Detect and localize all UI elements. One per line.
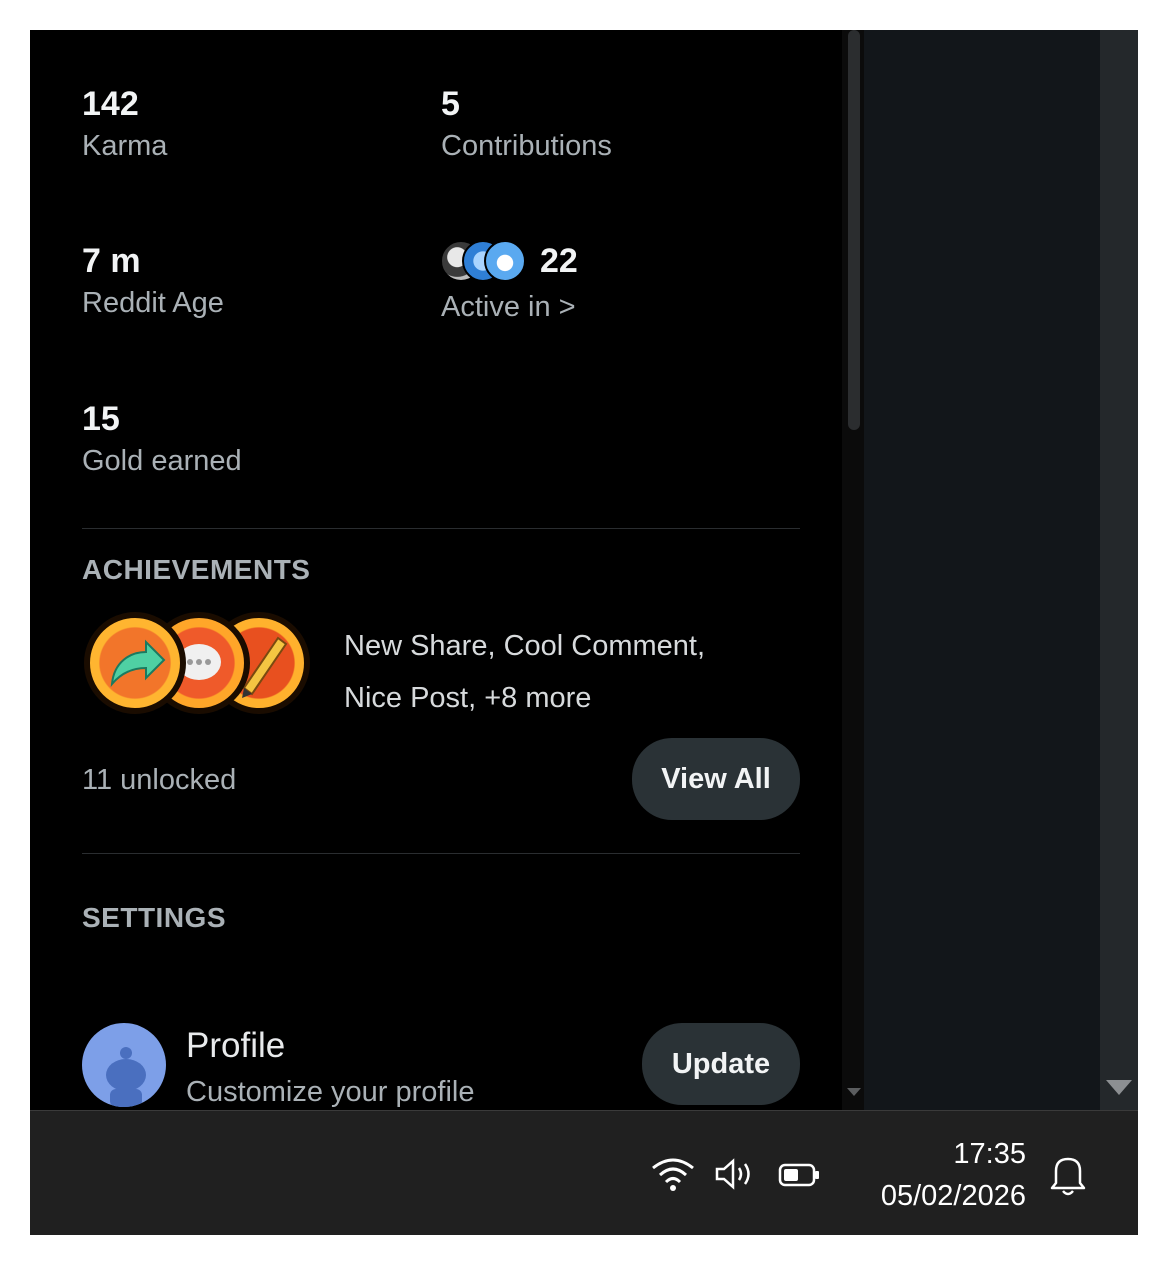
divider [82,853,800,854]
karma-value: 142 [82,85,139,123]
taskbar: 17:35 05/02/2026 [30,1110,1138,1235]
profile-setting-subtitle: Customize your profile [186,1076,475,1108]
achievement-names-line2: Nice Post, +8 more [344,682,592,714]
unlocked-count: 11 unlocked [82,764,237,796]
clock[interactable]: 17:35 05/02/2026 [881,1133,1026,1217]
reddit-age-value: 7 m [82,242,141,280]
active-communities-icons[interactable] [440,240,530,284]
active-in-value: 22 [540,242,578,280]
karma-label: Karma [82,130,168,162]
reddit-age-label: Reddit Age [82,287,224,319]
scroll-down-arrow-icon[interactable] [847,1088,861,1096]
achievement-badges[interactable] [84,612,314,714]
volume-icon[interactable] [714,1157,758,1196]
battery-icon[interactable] [778,1161,822,1194]
active-in-link[interactable]: Active in > [441,285,576,325]
achievements-heading: ACHIEVEMENTS [82,554,311,585]
divider [82,528,800,529]
profile-sidebar-panel: 142 Karma 5 Contributions 7 m Reddit Age… [30,30,842,1110]
contributions-stat: 5 Contributions [441,84,612,164]
gold-earned-stat: 15 Gold earned [82,399,242,479]
gold-earned-label: Gold earned [82,445,242,477]
contributions-label: Contributions [441,130,612,162]
reddit-age-stat: 7 m Reddit Age [82,241,224,321]
achievement-names: New Share, Cool Comment, Nice Post, +8 m… [344,620,705,724]
view-all-button[interactable]: View All [632,738,800,820]
contributions-value: 5 [441,85,460,123]
achievement-names-line1: New Share, Cool Comment, [344,630,706,662]
notification-bell-icon[interactable] [1048,1153,1088,1202]
panel-scrollbar-thumb[interactable] [848,30,860,430]
gold-earned-value: 15 [82,400,120,438]
active-in-label[interactable]: Active in > [441,289,576,325]
update-profile-button[interactable]: Update [642,1023,800,1105]
panel-scrollbar[interactable] [842,30,864,1110]
clock-date: 05/02/2026 [880,1180,1026,1212]
screen: 142 Karma 5 Contributions 7 m Reddit Age… [30,30,1138,1235]
avatar [82,1023,166,1107]
community-avatar-icon [484,240,526,282]
wifi-icon[interactable] [650,1155,696,1198]
active-in-count: 22 [540,241,578,281]
clock-time: 17:35 [953,1138,1026,1170]
settings-heading: SETTINGS [82,902,227,933]
karma-stat: 142 Karma [82,84,167,164]
share-badge-icon [84,612,186,714]
window-scrollbar[interactable] [1100,30,1138,1110]
profile-setting-title: Profile [186,1026,286,1065]
scroll-down-arrow-icon[interactable] [1106,1080,1132,1095]
right-content-region [864,30,1100,1110]
